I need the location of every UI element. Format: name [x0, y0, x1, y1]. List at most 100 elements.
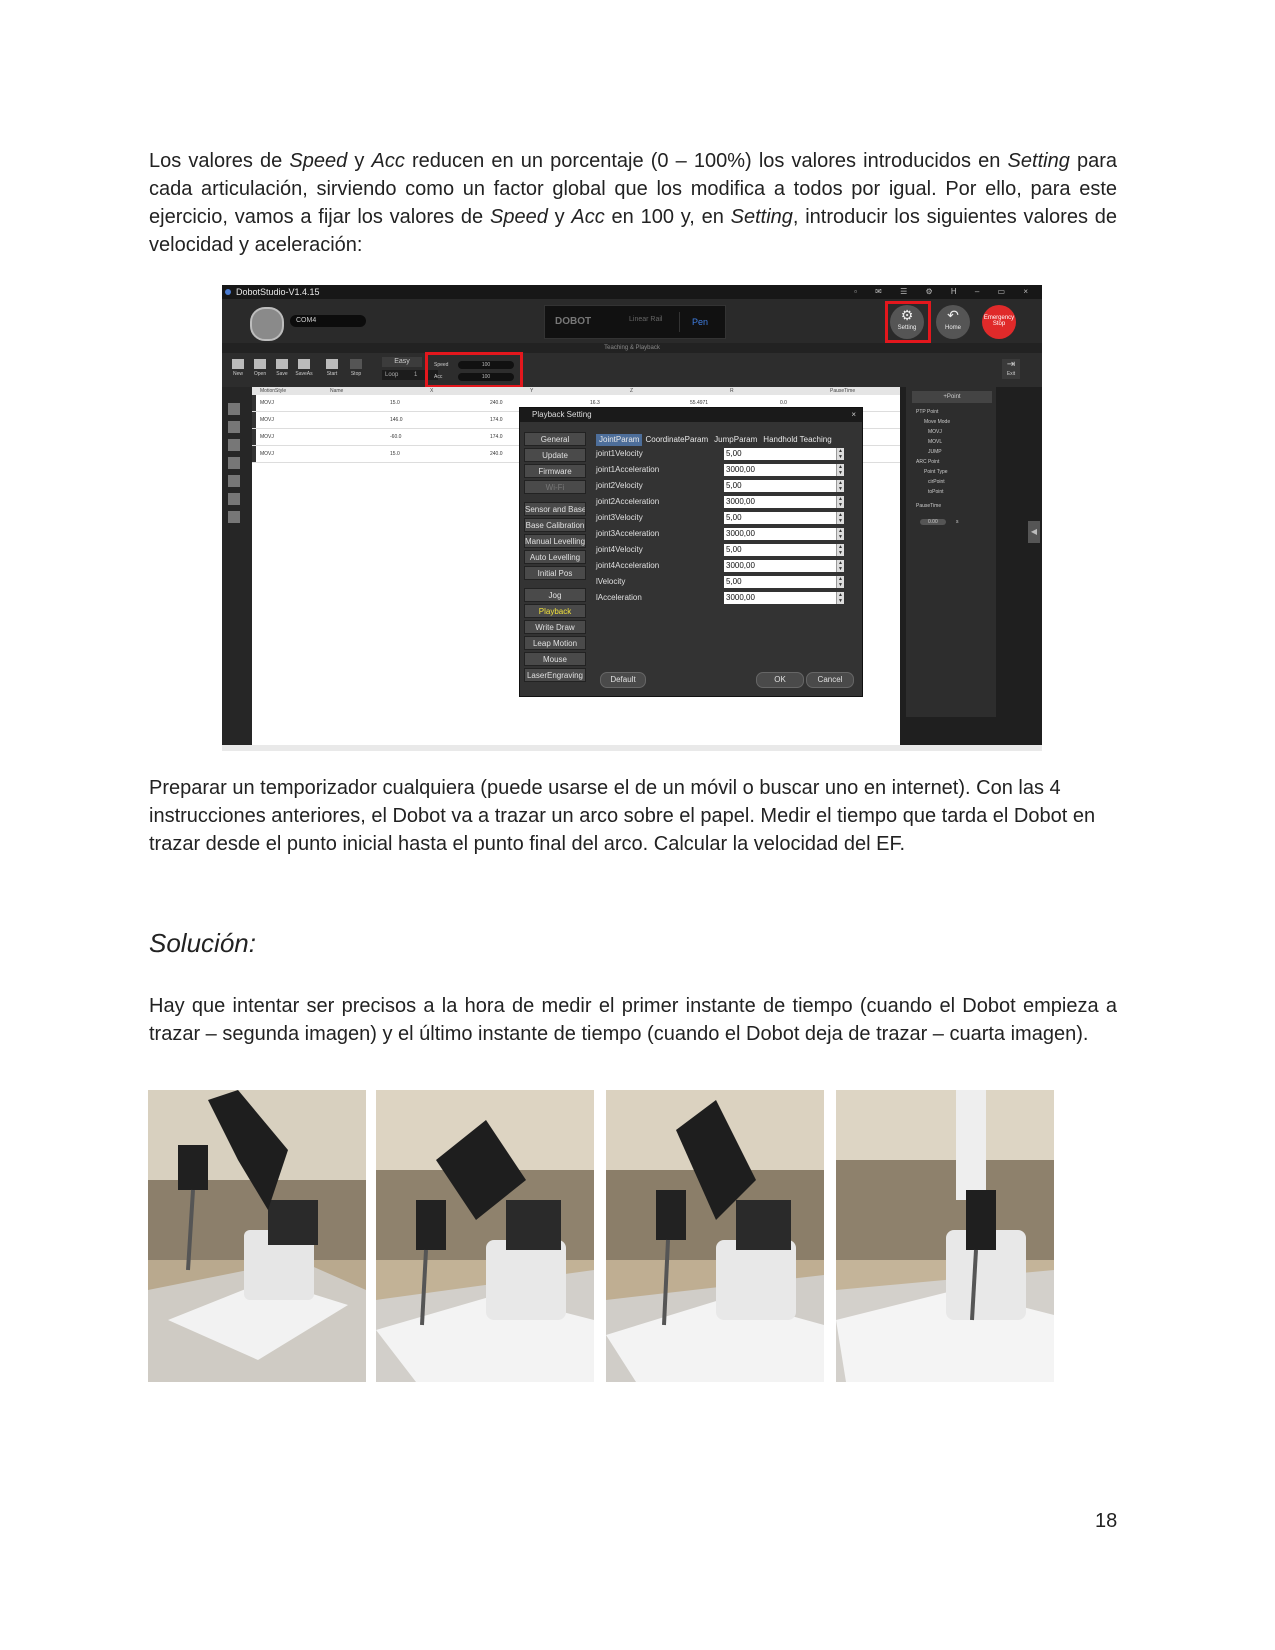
dobot-brand: DOBOT: [555, 316, 592, 327]
param-row: lVelocity 5,00 ▲ ▼: [596, 576, 844, 588]
table-header: MotionStyle Name X Y Z R PauseTime: [252, 387, 900, 395]
start-button[interactable]: Start: [322, 357, 342, 381]
param-input[interactable]: 5,00: [724, 448, 844, 460]
cir-point-radio[interactable]: cirPoint: [928, 479, 945, 485]
tab-jump-param[interactable]: JumpParam: [711, 434, 760, 446]
robot-photo-2: [376, 1090, 594, 1382]
doc-icon[interactable]: [228, 457, 240, 469]
tab-coordinate-param[interactable]: CoordinateParam: [642, 434, 711, 446]
nav-manual-levelling[interactable]: Manual Levelling: [524, 534, 586, 548]
page-number: 18: [1095, 1510, 1118, 1532]
window-controls[interactable]: ▫ ✉ ☰ ⚙ H – ▭ ×: [854, 287, 1036, 296]
window-title: DobotStudio-V1.4.15: [236, 287, 320, 297]
spinner-arrows-icon[interactable]: ▲ ▼: [836, 480, 844, 492]
row-handle[interactable]: [252, 429, 256, 445]
move-mode-label: Move Mode: [924, 419, 951, 425]
nav-general[interactable]: General: [524, 432, 586, 446]
default-button[interactable]: Default: [600, 672, 646, 688]
pause-time-field[interactable]: 0.00: [920, 519, 946, 525]
section-label: Teaching & Playback: [222, 343, 1042, 353]
pen-label[interactable]: Pen: [679, 312, 720, 332]
nav-wifi[interactable]: Wi-Fi: [524, 480, 586, 494]
nav-auto-levelling[interactable]: Auto Levelling: [524, 550, 586, 564]
robot-icon[interactable]: [228, 421, 240, 433]
spinner-arrows-icon[interactable]: ▲ ▼: [836, 592, 844, 604]
robot-photo-4: [836, 1090, 1054, 1382]
param-input[interactable]: 3000,00: [724, 528, 844, 540]
nav-laser-engraving[interactable]: LaserEngraving: [524, 668, 586, 682]
nav-sensor-base[interactable]: Sensor and Base: [524, 502, 586, 516]
jump-radio[interactable]: JUMP: [928, 449, 942, 455]
save-as-button[interactable]: SaveAs: [294, 357, 314, 381]
trash-icon[interactable]: [228, 511, 240, 523]
movj-radio[interactable]: MOVJ: [928, 429, 942, 435]
ptp-point-radio[interactable]: PTP Point: [916, 409, 938, 415]
mode-select[interactable]: Easy: [382, 357, 422, 367]
spinner-arrows-icon[interactable]: ▲ ▼: [836, 496, 844, 508]
new-button[interactable]: New: [228, 357, 248, 381]
nav-initial-pos[interactable]: Initial Pos: [524, 566, 586, 580]
spinner-arrows-icon[interactable]: ▲ ▼: [836, 560, 844, 572]
stop-button[interactable]: Stop: [346, 357, 366, 381]
spinner-arrows-icon[interactable]: ▲ ▼: [836, 464, 844, 476]
param-input[interactable]: 5,00: [724, 576, 844, 588]
nav-base-calibration[interactable]: Base Calibration: [524, 518, 586, 532]
row-handle[interactable]: [252, 412, 256, 428]
emergency-stop-button[interactable]: Emergency Stop: [982, 305, 1016, 339]
home-return-icon: ↶: [947, 307, 959, 323]
add-point-button[interactable]: +Point: [912, 391, 992, 403]
param-input[interactable]: 3000,00: [724, 464, 844, 476]
playback-toolbar: New Open Save SaveAs Start Stop Easy Loo…: [222, 353, 1042, 387]
playback-setting-dialog: Playback Setting × General Update Firmwa…: [519, 407, 863, 697]
nav-leap-motion[interactable]: Leap Motion: [524, 636, 586, 650]
nav-jog[interactable]: Jog: [524, 588, 586, 602]
intro-paragraph: Los valores de Speed y Acc reducen en un…: [149, 150, 1117, 256]
spinner-arrows-icon[interactable]: ▲ ▼: [836, 448, 844, 460]
cancel-button[interactable]: Cancel: [806, 672, 854, 688]
spinner-arrows-icon[interactable]: ▲ ▼: [836, 576, 844, 588]
note-icon[interactable]: [228, 493, 240, 505]
param-input[interactable]: 5,00: [724, 544, 844, 556]
param-input[interactable]: 3000,00: [724, 592, 844, 604]
nav-mouse[interactable]: Mouse: [524, 652, 586, 666]
arm-icon[interactable]: [228, 439, 240, 451]
row-handle[interactable]: [252, 446, 256, 462]
device-avatar[interactable]: [250, 307, 284, 341]
row-handle[interactable]: [252, 395, 256, 411]
nav-playback[interactable]: Playback: [524, 604, 586, 618]
file-icon[interactable]: [228, 403, 240, 415]
save-button[interactable]: Save: [272, 357, 292, 381]
dialog-title: Playback Setting: [520, 408, 862, 422]
play-icon: [326, 359, 338, 369]
spinner-arrows-icon[interactable]: ▲ ▼: [836, 512, 844, 524]
linear-rail-label[interactable]: Linear Rail: [629, 316, 662, 323]
param-input[interactable]: 3000,00: [724, 560, 844, 572]
spinner-arrows-icon[interactable]: ▲ ▼: [836, 528, 844, 540]
param-input[interactable]: 5,00: [724, 480, 844, 492]
exit-button[interactable]: ⇥ Exit: [1002, 359, 1020, 379]
spinner-arrows-icon[interactable]: ▲ ▼: [836, 544, 844, 556]
arc-point-radio[interactable]: ARC Point: [916, 459, 939, 465]
nav-write-draw[interactable]: Write Draw: [524, 620, 586, 634]
instructions-paragraph: Preparar un temporizador cualquiera (pue…: [149, 777, 1096, 855]
collapse-arrow-icon[interactable]: ◀: [1028, 521, 1040, 543]
tab-handhold-teaching[interactable]: Handhold Teaching: [760, 434, 834, 446]
home-button[interactable]: ↶ Home: [936, 305, 970, 339]
nav-firmware[interactable]: Firmware: [524, 464, 586, 478]
param-row: joint3Velocity 5,00 ▲ ▼: [596, 512, 844, 524]
point-panel: +Point PTP Point Move Mode MOVJ MOVL JUM…: [906, 387, 996, 717]
param-row: joint4Acceleration 3000,00 ▲ ▼: [596, 560, 844, 572]
ok-button[interactable]: OK: [756, 672, 804, 688]
open-button[interactable]: Open: [250, 357, 270, 381]
close-icon[interactable]: ×: [851, 408, 856, 422]
nav-update[interactable]: Update: [524, 448, 586, 462]
param-input[interactable]: 5,00: [724, 512, 844, 524]
to-point-radio[interactable]: toPoint: [928, 489, 944, 495]
movl-radio[interactable]: MOVL: [928, 439, 942, 445]
tab-joint-param[interactable]: JointParam: [596, 434, 643, 446]
com-port-select[interactable]: COM4: [290, 315, 366, 327]
param-row: lAcceleration 3000,00 ▲ ▼: [596, 592, 844, 604]
pause-time-checkbox[interactable]: PauseTime: [916, 503, 941, 509]
param-input[interactable]: 3000,00: [724, 496, 844, 508]
list-icon[interactable]: [228, 475, 240, 487]
